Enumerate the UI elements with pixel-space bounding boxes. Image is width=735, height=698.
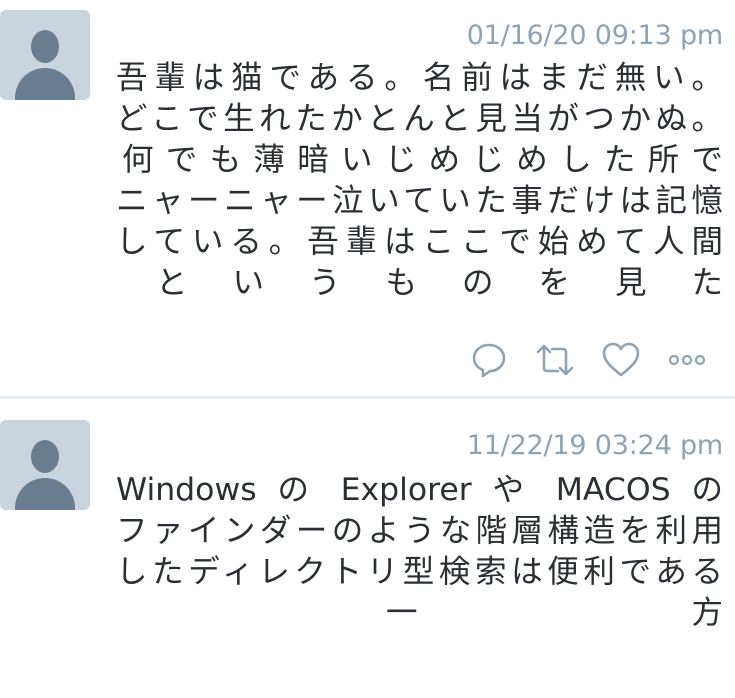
tweet-actions [469, 340, 707, 380]
tweet-text-line: というものを見た [156, 265, 723, 301]
tweet: 11/22/19 03:24 pm Windows の Explorer や M… [0, 400, 735, 698]
more-dots-icon [668, 354, 706, 366]
tweet-text: Windows の Explorer や MACOS の ファインダーのような階… [116, 470, 723, 634]
speech-bubble-icon [472, 343, 506, 378]
avatar[interactable] [0, 10, 90, 100]
avatar[interactable] [0, 420, 90, 510]
tweet-text-line: 何でも薄暗いじめじめした所で [122, 142, 723, 178]
retweet-button[interactable] [535, 340, 575, 380]
tweet-text-line: 吾輩は猫である。名前はまだ無い。 [116, 60, 723, 96]
avatar-body-shape [15, 478, 75, 510]
avatar-head-shape [31, 440, 59, 473]
tweet-divider [0, 396, 735, 399]
more-button[interactable] [667, 340, 707, 380]
avatar-body-shape [15, 68, 75, 100]
tweet-text-line: している。吾輩はここで始めて人間 [116, 224, 723, 260]
tweet: 01/16/20 09:13 pm 吾輩は猫である。名前はまだ無い。 どこで生れ… [0, 0, 735, 398]
reply-button[interactable] [469, 340, 509, 380]
tweet-text-line: 一方 [386, 595, 723, 631]
tweet-text-line: ニャーニャー泣いていた事だけは記憶 [116, 183, 723, 219]
tweet-timestamp[interactable]: 11/22/19 03:24 pm [467, 430, 723, 461]
tweet-text-line: したディレクトリ型検索は便利である [116, 554, 723, 590]
tweet-text-line: ファインダーのような階層構造を利用 [116, 513, 723, 549]
like-button[interactable] [601, 340, 641, 380]
tweet-timestamp[interactable]: 01/16/20 09:13 pm [467, 20, 723, 51]
retweet-icon [536, 344, 574, 376]
tweet-text-line: Windows の Explorer や MACOS の [116, 472, 723, 508]
heart-icon [602, 342, 640, 377]
tweet-text-line: どこで生れたかとんと見当がつかぬ。 [116, 101, 723, 137]
tweet-feed: 01/16/20 09:13 pm 吾輩は猫である。名前はまだ無い。 どこで生れ… [0, 0, 735, 698]
avatar-head-shape [31, 30, 59, 63]
tweet-text: 吾輩は猫である。名前はまだ無い。 どこで生れたかとんと見当がつかぬ。 何でも薄暗… [116, 58, 723, 304]
